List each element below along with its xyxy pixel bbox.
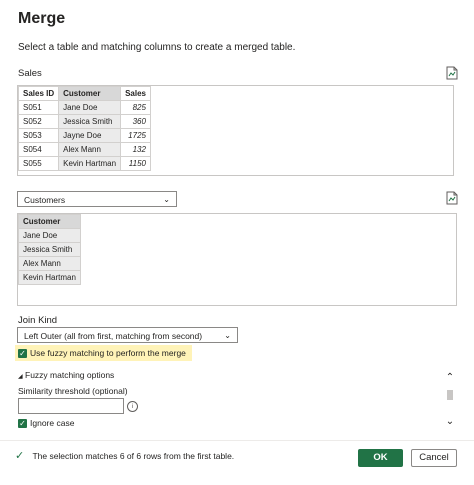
table-cell: Jayne Doe bbox=[58, 128, 122, 143]
column-header-sales[interactable]: Sales bbox=[120, 86, 151, 101]
table-cell: 1150 bbox=[120, 156, 151, 171]
join-kind-selected: Left Outer (all from first, matching fro… bbox=[24, 331, 203, 341]
info-icon[interactable]: i bbox=[127, 401, 138, 412]
table-cell: Kevin Hartman bbox=[18, 270, 81, 285]
first-table-preview: Sales ID Customer Sales S051 Jane Doe 825 S… bbox=[17, 85, 454, 176]
checkmark-icon: ✓ bbox=[19, 419, 26, 428]
chevron-down-icon[interactable]: ⌄ bbox=[443, 416, 457, 428]
table-cell: Jane Doe bbox=[18, 228, 81, 243]
footer-divider bbox=[0, 440, 474, 441]
cancel-button[interactable]: Cancel bbox=[411, 449, 457, 467]
dialog-title: Merge bbox=[18, 10, 66, 27]
document-preview-icon[interactable] bbox=[446, 66, 458, 80]
second-table-grid: Customer Jane Doe Jessica Smith Alex Mann K… bbox=[18, 214, 81, 285]
table-row: S051 Jane Doe 825 bbox=[18, 100, 151, 115]
table-cell: S052 bbox=[18, 114, 60, 129]
join-kind-label: Join Kind bbox=[18, 315, 58, 326]
second-table-selected: Customers bbox=[24, 195, 66, 205]
first-table-name: Sales bbox=[18, 68, 42, 79]
table-cell: Alex Mann bbox=[18, 256, 81, 271]
dialog-subtitle: Select a table and matching columns to c… bbox=[18, 42, 296, 53]
table-row: Jessica Smith bbox=[18, 242, 81, 257]
match-status: ✓ The selection matches 6 of 6 rows from… bbox=[15, 449, 234, 462]
chevron-down-icon: ⌄ bbox=[224, 331, 231, 340]
column-header-sales-id[interactable]: Sales ID bbox=[18, 86, 60, 101]
column-header-customer[interactable]: Customer bbox=[18, 214, 81, 229]
table-cell: 825 bbox=[120, 100, 151, 115]
table-cell: Jessica Smith bbox=[58, 114, 122, 129]
table-row: Jane Doe bbox=[18, 228, 81, 243]
table-cell: Kevin Hartman bbox=[58, 156, 122, 171]
chevron-down-icon: ⌄ bbox=[163, 195, 170, 204]
table-row: Alex Mann bbox=[18, 256, 81, 271]
chevron-up-icon[interactable]: ⌃ bbox=[443, 372, 457, 384]
table-cell: 360 bbox=[120, 114, 151, 129]
table-cell: Alex Mann bbox=[58, 142, 122, 157]
options-scrollbar[interactable]: ⌃ ⌄ bbox=[443, 372, 457, 432]
similarity-threshold-label: Similarity threshold (optional) bbox=[18, 386, 128, 396]
second-table-header-row: Customer bbox=[18, 214, 81, 229]
table-cell: 1725 bbox=[120, 128, 151, 143]
table-row: S053 Jayne Doe 1725 bbox=[18, 128, 151, 143]
similarity-threshold-input[interactable] bbox=[18, 398, 124, 414]
table-cell: Jessica Smith bbox=[18, 242, 81, 257]
table-row: S052 Jessica Smith 360 bbox=[18, 114, 151, 129]
join-kind-select[interactable]: Left Outer (all from first, matching fro… bbox=[17, 327, 238, 343]
second-table-select[interactable]: Customers ⌄ bbox=[17, 191, 177, 207]
document-preview-icon[interactable] bbox=[446, 191, 458, 205]
fuzzy-matching-label[interactable]: Use fuzzy matching to perform the merge bbox=[30, 348, 186, 358]
second-table-preview: Customer Jane Doe Jessica Smith Alex Mann K… bbox=[17, 213, 457, 306]
table-cell: S053 bbox=[18, 128, 60, 143]
checkmark-icon: ✓ bbox=[19, 349, 26, 358]
fuzzy-options-toggle[interactable]: ◢ Fuzzy matching options bbox=[18, 370, 114, 380]
column-header-customer[interactable]: Customer bbox=[58, 86, 122, 101]
ignore-case-label[interactable]: Ignore case bbox=[30, 418, 74, 428]
table-row: Kevin Hartman bbox=[18, 270, 81, 285]
ignore-case-checkbox[interactable]: ✓ bbox=[18, 419, 27, 428]
table-cell: S051 bbox=[18, 100, 60, 115]
first-table-grid: Sales ID Customer Sales S051 Jane Doe 825 S… bbox=[18, 86, 151, 171]
checkmark-icon: ✓ bbox=[15, 450, 25, 462]
fuzzy-options-label: Fuzzy matching options bbox=[25, 370, 115, 380]
table-cell: S055 bbox=[18, 156, 60, 171]
table-cell: 132 bbox=[120, 142, 151, 157]
first-table-header-row: Sales ID Customer Sales bbox=[18, 86, 151, 101]
table-cell: Jane Doe bbox=[58, 100, 122, 115]
table-row: S055 Kevin Hartman 1150 bbox=[18, 156, 151, 171]
scrollbar-thumb[interactable] bbox=[447, 390, 453, 400]
ok-button[interactable]: OK bbox=[358, 449, 403, 467]
triangle-down-icon: ◢ bbox=[18, 374, 23, 380]
fuzzy-matching-checkbox[interactable]: ✓ bbox=[18, 349, 27, 358]
match-status-message: The selection matches 6 of 6 rows from t… bbox=[32, 451, 235, 461]
table-cell: S054 bbox=[18, 142, 60, 157]
table-row: S054 Alex Mann 132 bbox=[18, 142, 151, 157]
